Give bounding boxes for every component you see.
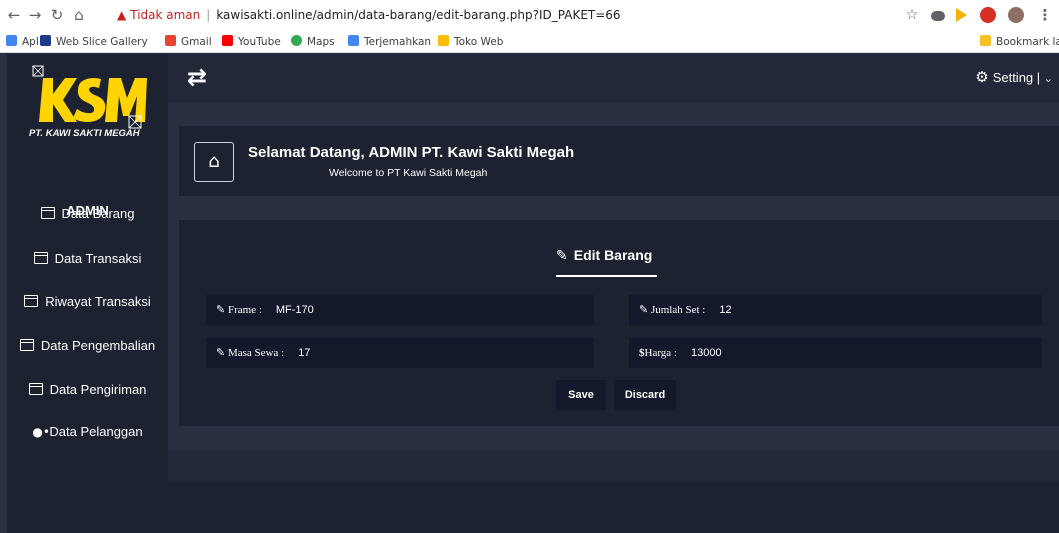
home-icon: ⌂ xyxy=(194,142,234,182)
edit-barang-panel: ✎ Edit Barang ✎ Frame : MF-170 ✎ Jumlah Se… xyxy=(179,220,1059,426)
sidebar-item-data-transaksi[interactable]: Data Transaksi xyxy=(7,250,168,268)
bookmark-label: Gmail xyxy=(181,36,212,48)
welcome-title: Selamat Datang, ADMIN PT. Kawi Sakti Meg… xyxy=(248,144,575,161)
harga-value: 13000 xyxy=(690,347,722,359)
jumlah-set-label: Jumlah Set : xyxy=(650,304,706,316)
edit-title: ✎ Edit Barang xyxy=(556,247,652,264)
folder-icon xyxy=(980,35,991,46)
folder-icon xyxy=(24,295,39,307)
sidebar-item-riwayat-transaksi[interactable]: Riwayat Transaksi xyxy=(7,293,168,311)
frame-label: Frame : xyxy=(227,304,262,316)
edit-icon: ✎ xyxy=(216,304,228,316)
bookmark-apps[interactable]: Apl xyxy=(6,35,39,50)
top-bar: ⇄ ⚙ Setting | ⌄ xyxy=(168,54,1059,103)
users-icon: ●• xyxy=(32,425,50,439)
masa-sewa-label: Masa Sewa : xyxy=(227,347,285,359)
masa-sewa-field[interactable]: ✎ Masa Sewa : 17 xyxy=(206,338,594,368)
sidebar-item-label: Data Pengiriman xyxy=(49,382,147,397)
jumlah-set-field[interactable]: ✎ Jumlah Set : 12 xyxy=(629,295,1042,325)
folder-icon xyxy=(33,252,48,264)
bookmark-label: Bookmark lain xyxy=(996,36,1059,48)
folder-icon xyxy=(19,339,34,351)
sidebar-item-label: Data Transaksi xyxy=(54,251,142,266)
gmail-icon xyxy=(165,35,176,46)
sidebar-item-label: Data Pelanggan xyxy=(49,424,143,439)
harga-label: Harga : xyxy=(644,347,677,359)
sidebar-item-label: Riwayat Transaksi xyxy=(45,294,151,309)
bookmark-web-store[interactable]: Toko Web xyxy=(438,35,503,50)
edit-title-text: Edit Barang xyxy=(573,247,653,263)
forward-icon[interactable]: → xyxy=(26,6,44,24)
sidebar-item-label: Data Pengembalian xyxy=(40,338,156,353)
gear-icon: ⚙ xyxy=(975,68,989,86)
bookmark-label: Maps xyxy=(307,36,335,48)
sidebar-item-data-pengembalian[interactable]: Data Pengembalian xyxy=(7,337,168,355)
toggle-sidebar-icon[interactable]: ⇄ xyxy=(187,64,207,90)
bookmark-youtube[interactable]: YouTube xyxy=(222,35,281,50)
welcome-subtitle: Welcome to PT Kawi Sakti Megah xyxy=(329,167,488,179)
setting-label: Setting | xyxy=(992,70,1041,85)
frame-field[interactable]: ✎ Frame : MF-170 xyxy=(206,295,594,325)
bookmark-label: Web Slice Gallery xyxy=(56,36,148,48)
bookmark-label: Terjemahkan xyxy=(364,36,432,48)
edit-icon: ✎ xyxy=(639,304,651,316)
jumlah-set-value: 12 xyxy=(719,304,732,316)
sidebar: PT. KAWI SAKTI MEGAH ADMIN Data Barang D… xyxy=(7,54,168,533)
url-text: kawisakti.online/admin/data-barang/edit-… xyxy=(216,8,621,22)
bookmarks-bar: Apl Web Slice Gallery Gmail YouTube Maps… xyxy=(0,32,1059,53)
sidebar-item-data-pelanggan[interactable]: ●•Data Pelanggan xyxy=(7,423,168,441)
folder-icon xyxy=(28,383,43,395)
ksm-logo: PT. KAWI SAKTI MEGAH xyxy=(29,60,149,140)
sidebar-item-data-pengiriman[interactable]: Data Pengiriman xyxy=(7,381,168,399)
footer-band xyxy=(168,450,1059,482)
footer xyxy=(168,482,1059,533)
apps-grid-icon xyxy=(6,35,17,46)
save-button[interactable]: Save xyxy=(556,380,606,410)
reload-icon[interactable]: ↻ xyxy=(48,6,66,24)
menu-kebab-icon[interactable]: ⋮ xyxy=(1036,6,1054,24)
maps-icon xyxy=(291,35,302,46)
sidebar-item-data-barang[interactable]: Data Barang xyxy=(7,205,168,223)
youtube-icon xyxy=(222,35,233,46)
sidebar-item-label: Data Barang xyxy=(61,206,135,221)
setting-menu[interactable]: ⚙ Setting | ⌄ xyxy=(975,68,1053,86)
bookmark-label: YouTube xyxy=(238,36,281,48)
translate-icon xyxy=(348,35,359,46)
play-extension-icon[interactable] xyxy=(956,8,967,22)
profile-avatar-icon[interactable] xyxy=(1008,7,1024,23)
logo-subtitle: PT. KAWI SAKTI MEGAH xyxy=(29,128,141,139)
bookmark-translate[interactable]: Terjemahkan xyxy=(348,35,431,50)
frame-value: MF-170 xyxy=(275,304,314,316)
edit-icon: ✎ xyxy=(216,347,228,359)
browser-toolbar: ← → ↻ ⌂ ▲ Tidak aman | kawisakti.online/adm… xyxy=(0,0,1059,32)
content-spacer xyxy=(168,103,1059,117)
harga-field[interactable]: $Harga :13000 xyxy=(629,338,1042,368)
bookmark-label: Apl xyxy=(22,36,39,48)
title-underline xyxy=(556,275,657,277)
discard-button[interactable]: Discard xyxy=(614,380,676,410)
address-bar[interactable]: ▲ Tidak aman | kawisakti.online/admin/data-… xyxy=(117,4,987,27)
cloud-extension-icon[interactable] xyxy=(931,11,945,21)
back-icon[interactable]: ← xyxy=(5,6,23,24)
masa-sewa-value: 17 xyxy=(298,347,311,359)
bookmark-web-slice[interactable]: Web Slice Gallery xyxy=(40,35,148,50)
separator: | xyxy=(206,8,211,22)
chevron-down-icon: ⌄ xyxy=(1043,72,1053,85)
warning-icon: ▲ xyxy=(117,8,127,22)
security-label: Tidak aman xyxy=(130,8,201,22)
web-store-icon xyxy=(438,35,449,46)
welcome-card: ⌂ Selamat Datang, ADMIN PT. Kawi Sakti M… xyxy=(179,126,1059,196)
web-slice-icon xyxy=(40,35,51,46)
pencil-icon: ✎ xyxy=(556,248,568,264)
folder-icon xyxy=(40,207,55,219)
star-icon[interactable]: ☆ xyxy=(903,6,921,24)
home-icon[interactable]: ⌂ xyxy=(70,6,88,24)
bookmark-label: Toko Web xyxy=(454,36,504,48)
adblock-extension-icon[interactable] xyxy=(980,7,996,23)
bookmark-maps[interactable]: Maps xyxy=(291,35,335,50)
bookmark-other[interactable]: Bookmark lain xyxy=(980,35,1059,50)
bookmark-gmail[interactable]: Gmail xyxy=(165,35,212,50)
